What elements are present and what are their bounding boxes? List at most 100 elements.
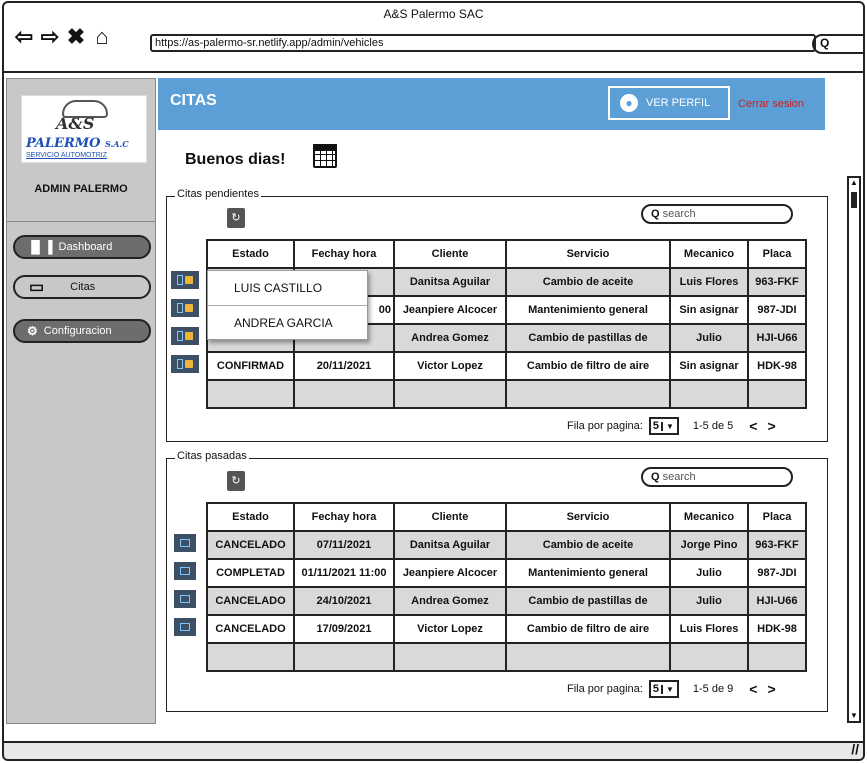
cell-fecha: 01/11/2021 11:00 [293,558,395,588]
column-header[interactable]: Placa [747,239,807,269]
cell-mecanico: Julio [669,586,749,616]
dropdown-option[interactable]: ANDREA GARCIA [208,305,367,339]
rows-per-page-value: 5 [652,683,659,695]
cell-mecanico[interactable]: Sin asignar [669,295,749,325]
close-icon[interactable]: ✖ [66,26,86,48]
column-header[interactable]: Estado [206,239,295,269]
past-pagination: Fila por pagina: 5 ▼ 1-5 de 9 <> [567,680,786,698]
cell-placa: 963-FKF [747,267,807,297]
cell-placa: HDK-98 [747,351,807,381]
row-action-icon[interactable] [171,271,199,289]
cell-placa: 963-FKF [747,530,807,560]
search-input[interactable]: Q search [641,204,793,224]
next-page-icon[interactable]: > [767,681,785,697]
pending-pagination: Fila por pagina: 5 ▼ 1-5 de 5 <> [567,417,786,435]
chevron-down-icon: ▼ [660,421,677,431]
column-header[interactable]: Fechay hora [293,239,395,269]
user-avatar-icon: ● [620,94,638,112]
cell-fecha: 07/11/2021 [293,530,395,560]
prev-page-icon[interactable]: < [749,681,767,697]
message-icon [177,303,183,313]
cell-cliente: Danitsa Aguilar [393,530,507,560]
mechanic-dropdown: LUIS CASTILLO ANDREA GARCIA [207,270,368,340]
view-profile-button[interactable]: ● VER PERFIL [608,86,730,120]
row-action-icon[interactable] [171,299,199,317]
row-action-icon[interactable] [174,534,196,552]
row-action-icon[interactable] [174,590,196,608]
column-header[interactable]: Servicio [505,239,671,269]
cell-mecanico: Julio [669,558,749,588]
column-header[interactable]: Fechay hora [293,502,395,532]
sidebar-item-configuracion[interactable]: ⚙ Configuracion [13,319,151,343]
back-icon[interactable]: ⇦ [14,26,34,48]
browser-search-field[interactable]: Q [812,34,863,54]
cell-mecanico[interactable]: Sin asignar [669,351,749,381]
cell-placa: 987-JDI [747,295,807,325]
rows-per-page-select[interactable]: 5 ▼ [648,417,679,435]
status-bar [4,743,863,759]
empty-cell [393,379,507,409]
empty-cell [293,379,395,409]
cell-servicio: Cambio de aceite [505,530,671,560]
cell-placa: HJI-U66 [747,323,807,353]
scrollbar-thumb[interactable] [851,192,857,208]
greeting: Buenos dias! [185,151,286,168]
table-row[interactable]: CANCELADO 17/09/2021 Victor Lopez Cambio… [206,614,807,644]
page-title: CITAS [170,92,217,109]
refresh-button[interactable]: ↻ [227,471,245,491]
message-icon [177,359,183,369]
logout-link[interactable]: Cerrar sesion [738,98,804,110]
sidebar-item-label: Dashboard [58,241,113,253]
empty-cell [747,642,807,672]
table-row[interactable]: CONFIRMAD 20/11/2021 Victor Lopez Cambio… [206,351,807,381]
cell-servicio: Cambio de aceite [505,267,671,297]
column-header[interactable]: Servicio [505,502,671,532]
address-bar[interactable]: https://as-palermo-sr.netlify.app/admin/… [150,34,816,52]
search-icon: Q [820,36,830,50]
scroll-up-icon[interactable]: ▲ [849,178,859,188]
cell-cliente: Jeanpiere Alcocer [393,558,507,588]
message-icon [180,539,190,547]
row-action-icon[interactable] [171,327,199,345]
table-row[interactable]: CANCELADO 24/10/2021 Andrea Gomez Cambio… [206,586,807,616]
column-header[interactable]: Mecanico [669,502,749,532]
dropdown-option[interactable]: LUIS CASTILLO [208,271,367,305]
scroll-down-icon[interactable]: ▼ [849,711,859,721]
table-row-empty [206,642,807,672]
cell-placa: HDK-98 [747,614,807,644]
search-placeholder: search [662,208,696,220]
table-row[interactable]: COMPLETAD 01/11/2021 11:00 Jeanpiere Alc… [206,558,807,588]
cell-mecanico[interactable]: Luis Flores [669,267,749,297]
sidebar-item-citas[interactable]: ▭ Citas [13,275,151,299]
cell-cliente: Jeanpiere Alcocer [393,295,507,325]
refresh-button[interactable]: ↻ [227,208,245,228]
row-action-icon[interactable] [171,355,199,373]
prev-page-icon[interactable]: < [749,418,767,434]
next-page-icon[interactable]: > [767,418,785,434]
search-input[interactable]: Q search [641,467,793,487]
home-icon[interactable]: ⌂ [92,26,112,48]
cell-cliente: Danitsa Aguilar [393,267,507,297]
sidebar-item-dashboard[interactable]: ▐▌▐ Dashboard [13,235,151,259]
search-icon: Q [651,471,660,483]
empty-cell [206,642,295,672]
row-action-icon[interactable] [174,562,196,580]
column-header[interactable]: Cliente [393,239,507,269]
row-action-icon[interactable] [174,618,196,636]
assign-mechanic-icon [185,332,193,340]
column-header[interactable]: Placa [747,502,807,532]
column-header[interactable]: Cliente [393,502,507,532]
forward-icon[interactable]: ⇨ [40,26,60,48]
page-arrows: <> [749,418,785,434]
cell-mecanico[interactable]: Julio [669,323,749,353]
assign-mechanic-icon [185,276,193,284]
panel-title: Citas pasadas [175,450,249,462]
rows-per-page-label: Fila por pagina: [567,420,643,432]
resize-handle-icon[interactable]: // [851,741,859,757]
column-header[interactable]: Mecanico [669,239,749,269]
table-row[interactable]: CANCELADO 07/11/2021 Danitsa Aguilar Cam… [206,530,807,560]
column-header[interactable]: Estado [206,502,295,532]
vertical-scrollbar[interactable]: ▲ ▼ [847,176,861,723]
rows-per-page-select[interactable]: 5 ▼ [648,680,679,698]
logo-suffix: S.A.C [105,139,129,149]
